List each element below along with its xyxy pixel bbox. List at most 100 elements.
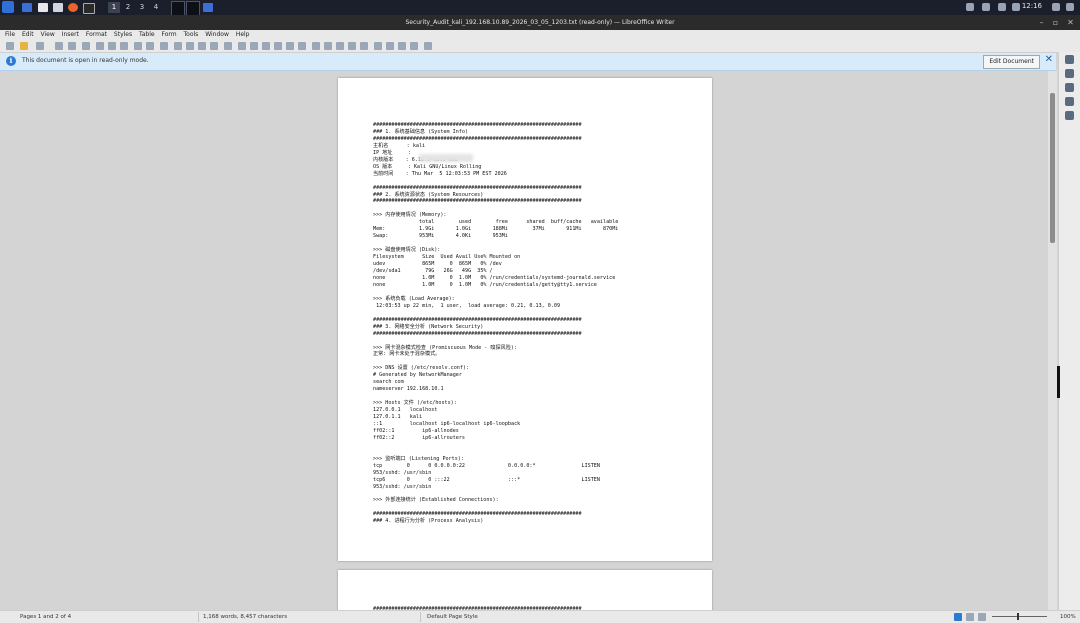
file-manager-icon[interactable] xyxy=(53,3,63,12)
insert-footnote-icon[interactable] xyxy=(324,42,332,50)
spelling-icon[interactable] xyxy=(198,42,206,50)
print-preview-icon[interactable] xyxy=(82,42,90,50)
minimize-icon[interactable]: – xyxy=(1037,18,1046,27)
zoom-slider-knob[interactable] xyxy=(1017,613,1019,620)
single-page-view-icon[interactable] xyxy=(954,613,962,621)
insert-special-character-icon[interactable] xyxy=(298,42,306,50)
menu-format[interactable]: Format xyxy=(86,30,107,40)
basic-shapes-icon[interactable] xyxy=(410,42,418,50)
maximize-icon[interactable]: ▫ xyxy=(1051,18,1060,27)
insert-comment-icon[interactable] xyxy=(374,42,382,50)
lock-icon[interactable] xyxy=(1052,3,1060,11)
menu-edit[interactable]: Edit xyxy=(22,30,34,40)
insert-field-icon[interactable] xyxy=(286,42,294,50)
properties-icon[interactable] xyxy=(1065,69,1074,78)
track-changes-icon[interactable] xyxy=(386,42,394,50)
menu-styles[interactable]: Styles xyxy=(114,30,132,40)
sidebar-menu-icon[interactable] xyxy=(1065,55,1074,64)
panel-clock: 12:16 xyxy=(1021,2,1042,10)
scrollbar-thumb[interactable] xyxy=(1050,93,1055,243)
infobar-message: This document is open in read-only mode. xyxy=(22,57,149,64)
cut-icon[interactable] xyxy=(96,42,104,50)
redaction-blur xyxy=(419,154,473,162)
kali-menu-icon[interactable] xyxy=(2,1,14,13)
workspace-3[interactable]: 3 xyxy=(136,2,148,13)
window-titlebar: Security_Audit_kali_192.168.10.89_2026_0… xyxy=(0,15,1080,30)
redo-icon[interactable] xyxy=(174,42,182,50)
workspace-4[interactable]: 4 xyxy=(150,2,162,13)
page-text: ########################################… xyxy=(373,122,619,525)
document-page: ########################################… xyxy=(338,570,712,610)
desktop-icon[interactable] xyxy=(22,3,32,12)
status-bar: Pages 1 and 2 of 4 1,168 words, 8,457 ch… xyxy=(0,610,1080,623)
window-thumbnail[interactable] xyxy=(186,1,200,16)
multi-page-view-icon[interactable] xyxy=(966,613,974,621)
app-window-icon[interactable] xyxy=(203,3,213,12)
save-icon[interactable] xyxy=(36,42,44,50)
book-view-icon[interactable] xyxy=(978,613,986,621)
insert-line-icon[interactable] xyxy=(398,42,406,50)
standard-toolbar xyxy=(0,40,1080,53)
formatting-marks-icon[interactable] xyxy=(210,42,218,50)
info-icon: i xyxy=(6,56,16,66)
insert-hyperlink-icon[interactable] xyxy=(312,42,320,50)
open-folder-icon[interactable] xyxy=(20,42,28,50)
sidebar-resize-handle[interactable] xyxy=(1057,366,1060,398)
menu-tools[interactable]: Tools xyxy=(184,30,199,40)
power-icon[interactable] xyxy=(1012,3,1020,11)
word-count[interactable]: 1,168 words, 8,457 characters xyxy=(203,614,287,620)
close-icon[interactable]: ✕ xyxy=(1066,18,1075,27)
workspace-1[interactable]: 1 xyxy=(108,2,120,13)
terminal-icon[interactable] xyxy=(83,3,95,14)
draw-functions-icon[interactable] xyxy=(424,42,432,50)
volume-icon[interactable] xyxy=(982,3,990,11)
insert-textbox-icon[interactable] xyxy=(262,42,270,50)
insert-page-break-icon[interactable] xyxy=(274,42,282,50)
menu-table[interactable]: Table xyxy=(139,30,155,40)
insert-chart-icon[interactable] xyxy=(250,42,258,50)
page-style[interactable]: Default Page Style xyxy=(427,614,478,620)
document-area[interactable]: ########################################… xyxy=(0,71,1048,610)
insert-table-icon[interactable] xyxy=(224,42,232,50)
new-document-icon[interactable] xyxy=(6,42,14,50)
divider xyxy=(420,612,421,622)
logout-icon[interactable] xyxy=(1066,3,1074,11)
divider xyxy=(198,612,199,622)
edit-document-button[interactable]: Edit Document xyxy=(983,55,1040,69)
workspace-2[interactable]: 2 xyxy=(122,2,134,13)
read-only-infobar: i This document is open in read-only mod… xyxy=(0,53,1056,71)
menu-file[interactable]: File xyxy=(5,30,15,40)
window-title: Security_Audit_kali_192.168.10.89_2026_0… xyxy=(405,19,675,26)
copy-icon[interactable] xyxy=(108,42,116,50)
page-count[interactable]: Pages 1 and 2 of 4 xyxy=(20,614,71,620)
menu-bar: File Edit View Insert Format Styles Tabl… xyxy=(0,30,1080,40)
clone-formatting-icon[interactable] xyxy=(134,42,142,50)
display-icon[interactable] xyxy=(966,3,974,11)
print-icon[interactable] xyxy=(68,42,76,50)
find-replace-icon[interactable] xyxy=(186,42,194,50)
navigator-icon[interactable] xyxy=(1065,111,1074,120)
gallery-icon[interactable] xyxy=(1065,97,1074,106)
insert-cross-reference-icon[interactable] xyxy=(360,42,368,50)
notification-icon[interactable] xyxy=(998,3,1006,11)
menu-window[interactable]: Window xyxy=(205,30,229,40)
vertical-scrollbar[interactable] xyxy=(1048,71,1057,610)
clear-formatting-icon[interactable] xyxy=(146,42,154,50)
close-infobar-icon[interactable]: ✕ xyxy=(1045,54,1053,65)
firefox-icon[interactable] xyxy=(68,3,78,12)
menu-insert[interactable]: Insert xyxy=(62,30,79,40)
window-thumbnail[interactable] xyxy=(171,1,185,16)
zoom-level[interactable]: 100% xyxy=(1060,614,1076,620)
styles-icon[interactable] xyxy=(1065,83,1074,92)
insert-endnote-icon[interactable] xyxy=(336,42,344,50)
undo-icon[interactable] xyxy=(160,42,168,50)
menu-form[interactable]: Form xyxy=(161,30,176,40)
paste-icon[interactable] xyxy=(120,42,128,50)
export-pdf-icon[interactable] xyxy=(55,42,63,50)
menu-help[interactable]: Help xyxy=(236,30,250,40)
folder-icon[interactable] xyxy=(38,3,48,12)
insert-image-icon[interactable] xyxy=(238,42,246,50)
menu-view[interactable]: View xyxy=(41,30,55,40)
insert-bookmark-icon[interactable] xyxy=(348,42,356,50)
zoom-slider[interactable] xyxy=(992,616,1047,617)
